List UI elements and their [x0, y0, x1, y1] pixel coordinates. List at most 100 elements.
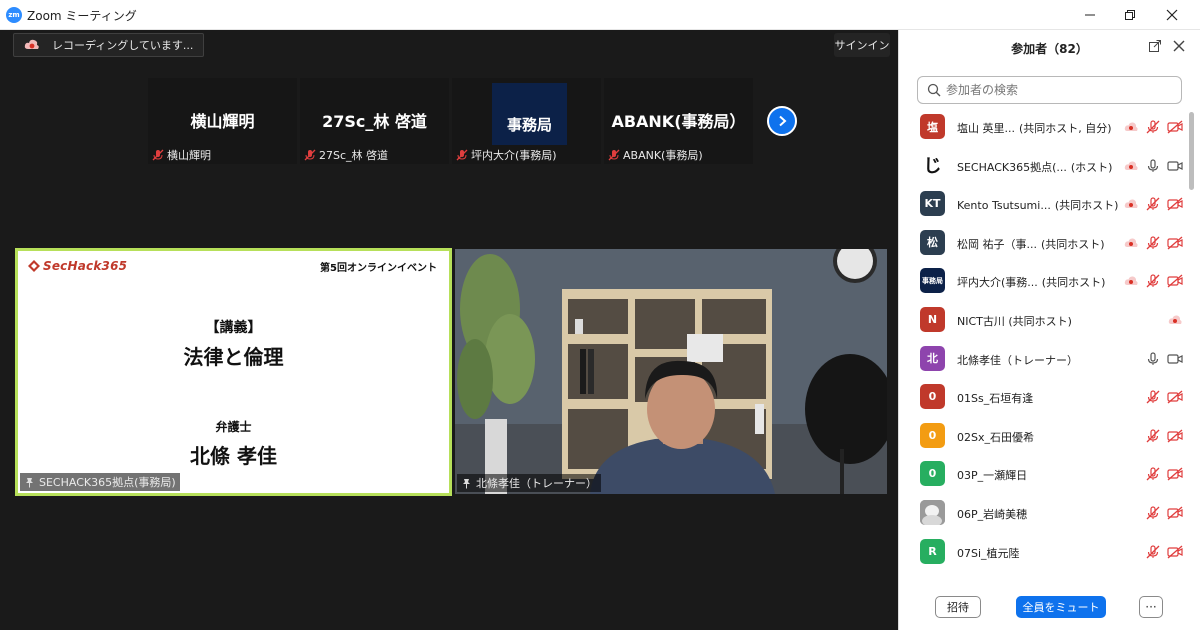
speaker-video[interactable]: 北條孝佳（トレーナー） — [455, 249, 887, 494]
mic-off-icon[interactable] — [1145, 235, 1161, 251]
participant-thumbnail[interactable]: 事務局 坪内大介(事務局) — [452, 78, 601, 164]
participant-row[interactable]: 06P_岩崎美穂 — [899, 494, 1187, 532]
participant-row[interactable]: N NICT古川 (共同ホスト) — [899, 301, 1187, 339]
participant-row[interactable]: じ SECHACK365拠点(... (ホスト) — [899, 147, 1187, 185]
mic-off-icon[interactable] — [1145, 273, 1161, 289]
participant-name-text: 塩山 英里... — [957, 122, 1015, 135]
mic-icon[interactable] — [1145, 351, 1161, 367]
lecture-title: 法律と倫理 — [183, 345, 284, 369]
participant-thumbnail[interactable]: 横山輝明 横山輝明 — [148, 78, 297, 164]
recording-text: レコーディングしています... — [52, 39, 194, 52]
popout-icon[interactable] — [1148, 38, 1164, 54]
pin-icon — [463, 478, 470, 488]
thumbnail-name: 横山輝明 — [190, 112, 255, 131]
thumbnail-label-text: ABANK(事務局) — [623, 149, 703, 162]
video-off-icon[interactable] — [1167, 235, 1183, 251]
video-off-icon[interactable] — [1167, 505, 1183, 521]
avatar: 事務局 — [920, 268, 945, 294]
video-off-icon[interactable] — [1167, 119, 1183, 135]
mic-off-icon[interactable] — [1145, 505, 1161, 521]
video-off-icon[interactable] — [1167, 466, 1183, 482]
zoom-logo-icon: zm — [6, 7, 22, 23]
mic-icon[interactable] — [1145, 158, 1161, 174]
speaker-label: 北條孝佳（トレーナー） — [457, 474, 601, 492]
participant-row[interactable]: 0 02Sx_石田優希 — [899, 417, 1187, 455]
close-window-button[interactable] — [1150, 0, 1194, 30]
mic-off-icon — [304, 149, 316, 161]
sechack-logo-icon — [28, 260, 40, 272]
participant-row[interactable]: 松松岡 祐子（事... (共同ホスト) — [899, 224, 1187, 262]
mic-off-icon — [456, 149, 468, 161]
participant-name: Kento Tsutsumi... (共同ホスト) — [957, 197, 1118, 213]
video-off-icon[interactable] — [1167, 428, 1183, 444]
participant-row[interactable]: 0 03P_一瀬輝日 — [899, 455, 1187, 493]
participant-name-text: NICT古川 (共同ホスト) — [957, 315, 1072, 328]
participant-status-icons — [1167, 312, 1183, 328]
participant-list[interactable]: 塩塩山 英里... (共同ホスト, 自分) じ SECHACK365拠点(... (ホス… — [899, 108, 1187, 578]
scrollbar-thumb[interactable] — [1189, 112, 1194, 190]
participant-thumbnail[interactable]: ABANK(事務局） ABANK(事務局) — [604, 78, 753, 164]
avatar: KT — [920, 191, 945, 217]
close-panel-button[interactable] — [1172, 38, 1188, 54]
participant-name-text: Kento Tsutsumi... — [957, 199, 1051, 213]
avatar: R — [920, 538, 945, 564]
participant-row[interactable]: 事務局 坪内大介(事務... (共同ホスト) — [899, 262, 1187, 300]
participant-row[interactable]: 0 01Ss_石垣有逢 — [899, 378, 1187, 416]
mic-off-icon[interactable] — [1145, 428, 1161, 444]
participant-status-icons — [1123, 273, 1183, 289]
mic-off-icon[interactable] — [1145, 544, 1161, 560]
video-icon[interactable] — [1167, 158, 1183, 174]
recording-indicator[interactable]: レコーディングしています... — [13, 33, 204, 57]
mute-all-button[interactable]: 全員をミュート — [1016, 596, 1106, 618]
search-input[interactable] — [946, 83, 1166, 97]
thumbnail-label: 横山輝明 — [152, 147, 211, 163]
speaker-video-image — [455, 249, 887, 494]
participant-role: (共同ホスト) — [1041, 276, 1106, 290]
restore-button[interactable] — [1108, 0, 1152, 30]
mic-off-icon[interactable] — [1145, 196, 1161, 212]
participant-list-scrollbar[interactable] — [1187, 108, 1195, 578]
participant-name: 松岡 祐子（事... (共同ホスト) — [957, 236, 1105, 252]
speaker-role: 弁護士 — [215, 420, 252, 434]
record-icon — [1123, 158, 1139, 174]
record-icon — [1123, 196, 1139, 212]
speaker-label-text: 北條孝佳（トレーナー） — [476, 477, 597, 490]
participant-search[interactable] — [917, 76, 1182, 104]
close-icon — [1173, 40, 1185, 52]
participant-name: 坪内大介(事務... (共同ホスト) — [957, 274, 1105, 290]
next-page-button[interactable] — [767, 106, 797, 136]
event-title: 第5回オンラインイベント — [320, 263, 437, 274]
participant-name: 03P_一瀬輝日 — [957, 467, 1027, 483]
participant-row[interactable]: R 07Si_植元陸 — [899, 533, 1187, 571]
participant-row[interactable]: KT Kento Tsutsumi... (共同ホスト) — [899, 185, 1187, 223]
avatar: 北 — [920, 345, 945, 371]
participant-name: 07Si_植元陸 — [957, 545, 1020, 561]
more-options-button[interactable]: ··· — [1139, 596, 1163, 618]
shared-screen[interactable]: SecHack365 第5回オンラインイベント 【講義】 法律と倫理 弁護士 北… — [15, 248, 452, 496]
mic-off-icon[interactable] — [1145, 119, 1161, 135]
invite-button[interactable]: 招待 — [935, 596, 981, 618]
video-off-icon[interactable] — [1167, 544, 1183, 560]
signin-button[interactable]: サインイン — [834, 33, 890, 57]
mic-off-icon — [608, 149, 620, 161]
video-off-icon[interactable] — [1167, 196, 1183, 212]
participant-thumbnail[interactable]: 27Sc_林 啓道 27Sc_林 啓道 — [300, 78, 449, 164]
video-off-icon[interactable] — [1167, 273, 1183, 289]
participant-status-icons — [1123, 196, 1183, 212]
video-off-icon[interactable] — [1167, 389, 1183, 405]
participant-row[interactable]: 塩塩山 英里... (共同ホスト, 自分) — [899, 108, 1187, 146]
participant-status-icons — [1123, 158, 1183, 174]
video-icon[interactable] — [1167, 351, 1183, 367]
participant-role: (ホスト) — [1070, 160, 1113, 174]
participant-name-text: 03P_一瀬輝日 — [957, 469, 1028, 483]
participant-name-text: 北條孝佳（トレーナー） — [957, 353, 1078, 367]
window-title: Zoom ミーティング — [27, 9, 137, 23]
title-bar: zm Zoom ミーティング — [0, 0, 1200, 30]
mic-off-icon[interactable] — [1145, 466, 1161, 482]
participant-row[interactable]: 北北條孝佳（トレーナー） — [899, 340, 1187, 378]
minimize-button[interactable] — [1068, 0, 1112, 30]
search-icon — [927, 83, 941, 97]
participant-name-text: 06P_岩崎美穂 — [957, 508, 1028, 521]
mic-off-icon[interactable] — [1145, 389, 1161, 405]
lecture-tag: 【講義】 — [205, 320, 262, 336]
